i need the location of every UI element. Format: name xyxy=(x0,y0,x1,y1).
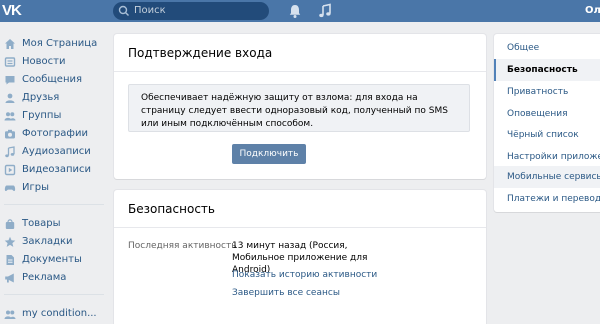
nav-item-label: Друзья xyxy=(22,92,60,103)
nav-item-label: Документы xyxy=(22,254,82,265)
nav-item-label: Закладки xyxy=(22,236,73,247)
document-icon xyxy=(6,255,14,265)
show-history-link[interactable]: Показать историю активности xyxy=(232,269,377,281)
settings-tab-label: Оповещения xyxy=(507,109,568,119)
nav-item-label: Товары xyxy=(22,218,61,229)
card-title: Безопасность xyxy=(128,202,215,216)
card-title: Подтверждение входа xyxy=(128,46,273,60)
vk-logo[interactable]: VK xyxy=(2,1,32,21)
settings-tab-label: Приватность xyxy=(507,87,569,97)
bag-icon xyxy=(5,219,15,229)
settings-tab-security[interactable]: Безопасность xyxy=(494,59,600,81)
gamepad-icon xyxy=(4,185,16,192)
settings-menu: Общее Безопасность Приватность Оповещени… xyxy=(494,34,600,212)
info-notice: Обеспечивает надёжную защиту от взлома: … xyxy=(128,84,470,132)
star-icon xyxy=(4,236,16,247)
home-icon xyxy=(5,39,15,49)
friends-icon xyxy=(5,93,15,103)
nav-item-label: Игры xyxy=(22,182,49,193)
nav-item-friends[interactable]: Друзья xyxy=(0,89,110,107)
settings-tab-blacklist[interactable]: Чёрный список xyxy=(494,124,600,146)
groups-icon xyxy=(4,112,16,121)
login-confirmation-card: Подтверждение входа Обеспечивает надёжну… xyxy=(114,34,486,179)
nav-item-bookmarks[interactable]: Закладки xyxy=(0,233,110,251)
top-bar: VK Поиск Ол xyxy=(0,0,600,22)
nav-separator xyxy=(4,204,104,205)
nav-item-label: Новости xyxy=(22,56,66,67)
nav-item-label: Фотографии xyxy=(22,128,88,139)
nav-item-groups[interactable]: Группы xyxy=(0,107,110,125)
bell-icon[interactable] xyxy=(288,3,302,19)
nav-item-ads[interactable]: Реклама xyxy=(0,269,110,287)
nav-item-photos[interactable]: Фотографии xyxy=(0,125,110,143)
settings-tab-label: Платежи и переводы xyxy=(507,194,600,204)
nav-item-my-page[interactable]: Моя Страница xyxy=(0,35,110,53)
nav-item-label: my condition... xyxy=(22,308,97,319)
nav-item-video[interactable]: Видеозаписи xyxy=(0,161,110,179)
nav-item-label: Сообщения xyxy=(22,74,83,85)
group-avatar-icon xyxy=(4,310,16,319)
settings-tab-notifications[interactable]: Оповещения xyxy=(494,103,600,125)
settings-tab-payments[interactable]: Платежи и переводы xyxy=(494,188,600,210)
nav-item-label: Реклама xyxy=(22,272,67,283)
notice-text: Обеспечивает надёжную защиту от взлома: … xyxy=(141,93,448,129)
card-divider xyxy=(114,71,486,72)
card-divider xyxy=(114,227,486,228)
end-sessions-link[interactable]: Завершить все сеансы xyxy=(232,287,340,299)
last-activity-label: Последняя активность xyxy=(128,241,237,251)
connect-button[interactable]: Подключить xyxy=(232,144,306,164)
settings-tab-label: Чёрный список xyxy=(507,130,579,140)
nav-item-documents[interactable]: Документы xyxy=(0,251,110,269)
nav-item-audio[interactable]: Аудиозаписи xyxy=(0,143,110,161)
search-input[interactable]: Поиск xyxy=(113,2,269,20)
nav-item-label: Аудиозаписи xyxy=(22,146,91,157)
settings-tab-privacy[interactable]: Приватность xyxy=(494,81,600,103)
nav-item-news[interactable]: Новости xyxy=(0,53,110,71)
video-icon xyxy=(4,164,16,176)
settings-tab-app-settings[interactable]: Настройки приложений xyxy=(494,146,600,168)
nav-item-label: Видеозаписи xyxy=(22,164,92,175)
settings-tab-label: Безопасность xyxy=(507,65,578,75)
nav-separator xyxy=(4,294,104,295)
music-icon xyxy=(5,146,15,158)
search-icon xyxy=(118,5,129,16)
settings-tab-label: Общее xyxy=(507,43,540,53)
active-indicator xyxy=(494,59,496,81)
settings-tab-label: Настройки приложений xyxy=(507,152,600,162)
nav-item-messages[interactable]: Сообщения xyxy=(0,71,110,89)
nav-item-games[interactable]: Игры xyxy=(0,179,110,197)
security-card: Безопасность Последняя активность 13 мин… xyxy=(114,190,486,324)
messages-icon xyxy=(5,76,15,85)
nav-item-my-condition[interactable]: my condition... xyxy=(0,305,110,323)
search-placeholder: Поиск xyxy=(134,5,166,16)
megaphone-icon xyxy=(5,273,14,283)
user-name[interactable]: Ол xyxy=(585,4,600,18)
settings-tab-mobile-services[interactable]: Мобильные сервисы xyxy=(494,166,600,188)
music-note-icon[interactable] xyxy=(318,3,332,19)
news-icon xyxy=(4,57,16,67)
nav-item-goods[interactable]: Товары xyxy=(0,215,110,233)
settings-tab-label: Мобильные сервисы xyxy=(507,172,600,182)
camera-icon xyxy=(5,129,15,139)
nav-item-label: Моя Страница xyxy=(22,38,98,49)
nav-item-label: Группы xyxy=(22,110,62,121)
settings-tab-general[interactable]: Общее xyxy=(494,37,600,59)
